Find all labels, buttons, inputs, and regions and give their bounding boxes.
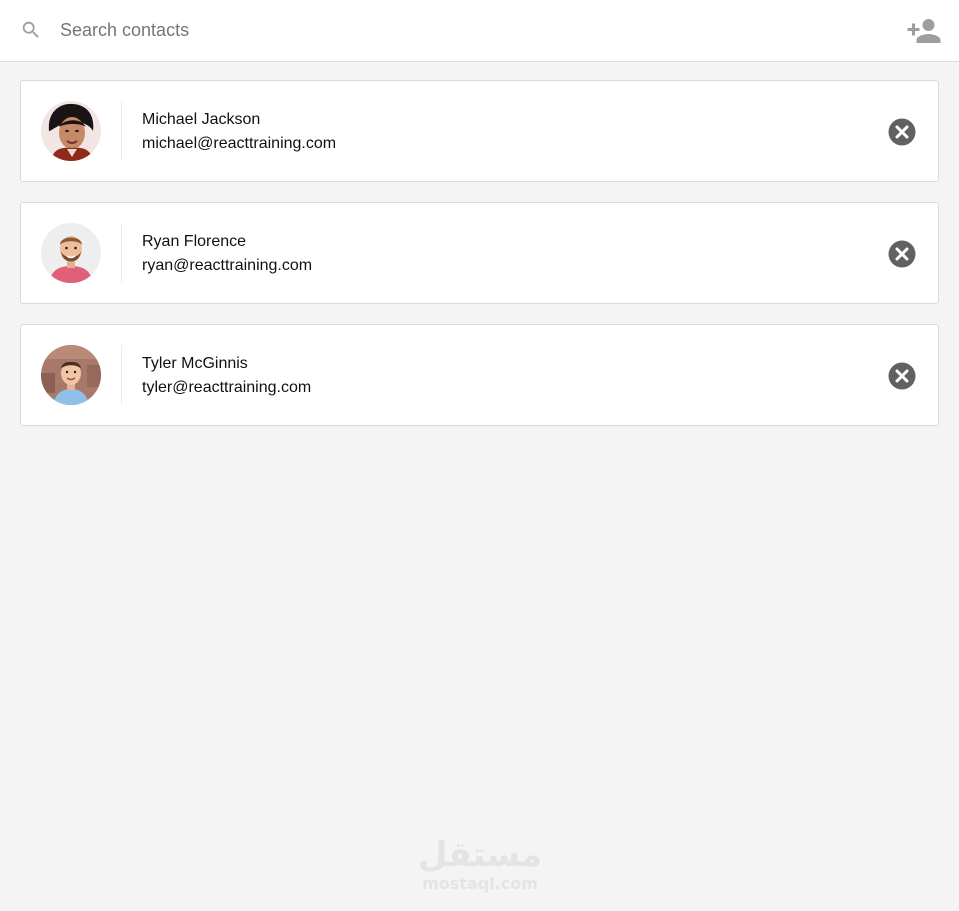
divider (121, 223, 122, 283)
contact-card: Michael Jackson michael@reacttraining.co… (20, 80, 939, 182)
contact-name: Michael Jackson (142, 111, 261, 128)
avatar (41, 101, 101, 161)
contact-card: Ryan Florence ryan@reacttraining.com (20, 202, 939, 304)
search-input[interactable] (60, 14, 840, 46)
contact-email: ryan@reacttraining.com (142, 257, 313, 274)
watermark-latin: mostaql.com (422, 874, 538, 893)
contact-email: michael@reacttraining.com (142, 135, 337, 152)
remove-contact-button[interactable] (887, 117, 917, 147)
cancel-circle-icon (888, 362, 916, 390)
cancel-circle-icon (888, 118, 916, 146)
watermark-arabic: مستقل (417, 835, 543, 875)
avatar (41, 223, 101, 283)
divider (121, 345, 122, 405)
remove-contact-button[interactable] (887, 239, 917, 269)
contact-details: Ryan Florence ryan@reacttraining.com (142, 230, 312, 278)
remove-contact-button[interactable] (887, 361, 917, 391)
add-contact-button[interactable] (906, 16, 942, 46)
contact-details: Tyler McGinnis tyler@reacttraining.com (142, 352, 311, 400)
search-icon (20, 19, 42, 41)
contact-card: Tyler McGinnis tyler@reacttraining.com (20, 324, 939, 426)
search-bar (0, 0, 959, 62)
contact-details: Michael Jackson michael@reacttraining.co… (142, 108, 336, 156)
contact-name: Ryan Florence (142, 233, 247, 250)
contact-name: Tyler McGinnis (142, 355, 248, 372)
divider (121, 101, 122, 161)
person-add-icon (907, 19, 941, 43)
avatar (41, 345, 101, 405)
contact-email: tyler@reacttraining.com (142, 379, 312, 396)
cancel-circle-icon (888, 240, 916, 268)
contact-list: Michael Jackson michael@reacttraining.co… (20, 80, 939, 446)
watermark-logo: مستقل mostaql.com (400, 835, 560, 893)
